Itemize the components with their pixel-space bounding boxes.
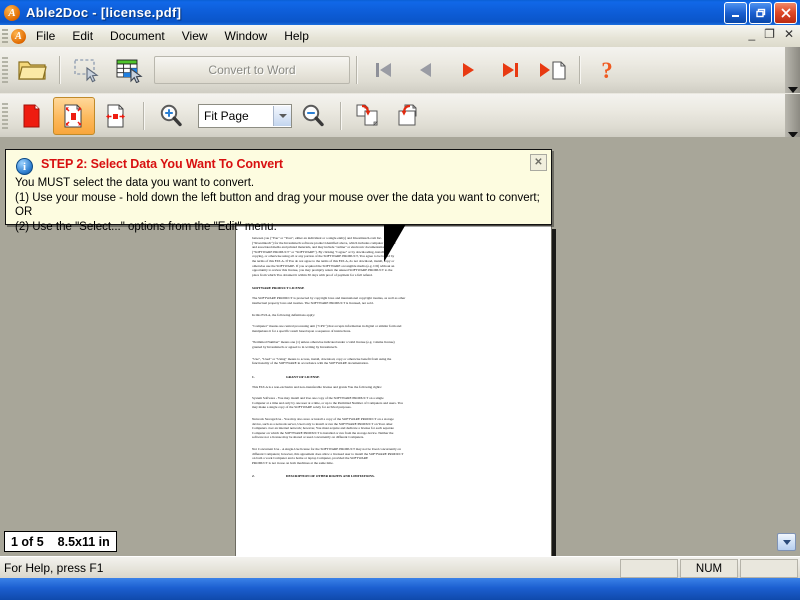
status-panes: NUM — [620, 559, 798, 578]
fit-page-icon[interactable] — [53, 97, 95, 135]
zoom-out-icon[interactable] — [292, 97, 334, 135]
close-icon[interactable] — [774, 2, 797, 24]
rotate-counterclockwise-icon[interactable] — [389, 97, 431, 135]
step-info-line-1: You MUST select the data you want to con… — [15, 177, 255, 189]
mdi-child-controls: _ ❐ ✕ — [748, 28, 794, 40]
able2doc-menu-icon[interactable]: A — [11, 28, 26, 44]
step-info-body: You MUST select the data you want to con… — [15, 176, 541, 234]
menu-item-document[interactable]: Document — [103, 27, 172, 45]
scroll-down-button[interactable] — [777, 533, 796, 551]
pdf-text-line: place from which You obtained it within … — [252, 272, 373, 277]
able2doc-logo-icon: A — [4, 4, 20, 21]
toolbar-overflow-icon[interactable] — [785, 94, 800, 141]
pdf-section-number: 2. — [252, 474, 255, 479]
pdf-section-heading: 2. DESCRIPTION OF OTHER RIGHTS AND LIMITA… — [252, 474, 375, 479]
step-info-panel: i STEP 2: Select Data You Want To Conver… — [5, 149, 552, 233]
close-icon[interactable]: ✕ — [530, 154, 547, 171]
pdf-text-line: PRODUCT is not in use on both machines a… — [252, 460, 334, 465]
pdf-paragraph: Not Concurrent Use - A single-Use licens… — [252, 447, 535, 465]
zoom-level-value: Fit Page — [204, 109, 249, 123]
last-page-icon[interactable] — [489, 51, 531, 89]
toolbar-separator — [340, 102, 341, 130]
open-file-icon[interactable] — [11, 51, 53, 89]
mdi-minimize-icon[interactable]: _ — [748, 28, 755, 40]
page-indicator: 1 of 5 8.5x11 in — [4, 531, 117, 552]
info-icon: i — [16, 158, 33, 175]
toolbar-separator — [143, 102, 144, 130]
first-page-icon[interactable] — [363, 51, 405, 89]
pdf-paragraph: In this EULA, the following definitions … — [252, 313, 535, 318]
pdf-text-line: In this EULA, the following definitions … — [252, 312, 316, 317]
page-number-label: 1 of 5 — [11, 534, 44, 549]
pdf-paragraph: The SOFTWARE PRODUCT is protected by cop… — [252, 296, 535, 305]
status-pane-num: NUM — [680, 559, 738, 578]
pdf-text-line: intellectual property laws and treaties.… — [252, 300, 374, 305]
svg-text:?: ? — [601, 58, 613, 83]
menu-bar: A File Edit Document View Window Help _ … — [0, 25, 800, 47]
select-table-icon[interactable] — [108, 51, 150, 89]
select-area-icon[interactable] — [66, 51, 108, 89]
mdi-restore-icon[interactable]: ❐ — [764, 28, 775, 40]
mdi-close-icon[interactable]: ✕ — [784, 28, 794, 40]
zoom-level-combo[interactable]: Fit Page — [198, 104, 292, 128]
status-hint: For Help, press F1 — [4, 561, 104, 575]
pdf-text-line: may make a single copy of the SOFTWARE s… — [252, 405, 352, 410]
pdf-paragraph: "Permitted Number" means one (1) unless … — [252, 340, 535, 349]
pdf-page[interactable]: between you ("You" or "Your", either an … — [235, 224, 552, 556]
pdf-paragraph: System Software - You may install and Us… — [252, 396, 535, 410]
toolbar-grip-handle[interactable] — [2, 57, 8, 83]
help-question-icon[interactable]: ? — [586, 51, 628, 89]
next-page-icon[interactable] — [447, 51, 489, 89]
goto-page-icon[interactable] — [531, 51, 573, 89]
pdf-text-line: This EULA is a non-exclusive and non-tra… — [252, 384, 382, 389]
pdf-text-line: manipulates it for a specific result bas… — [252, 328, 352, 333]
pdf-paragraph: Network Storage/Use - You may also store… — [252, 417, 535, 440]
rotate-clockwise-icon[interactable] — [347, 97, 389, 135]
menu-item-view[interactable]: View — [175, 27, 215, 45]
main-toolbar: Convert to Word ? — [0, 47, 800, 96]
pdf-paragraph: "Computer" means one central processing … — [252, 324, 535, 333]
pdf-paragraph: This EULA is a non-exclusive and non-tra… — [252, 385, 535, 390]
toolbar-separator — [579, 56, 580, 84]
window-title: Able2Doc - [license.pdf] — [26, 5, 182, 20]
pdf-paragraph: "Use", "Used" or "Using" means to access… — [252, 357, 535, 366]
status-pane-3 — [740, 559, 798, 578]
pdf-heading: SOFTWARE PRODUCT LICENSE — [252, 286, 305, 291]
title-bar: A Able2Doc - [license.pdf] — [0, 0, 800, 25]
restore-icon[interactable] — [749, 2, 772, 24]
fit-width-icon[interactable] — [95, 97, 137, 135]
previous-page-icon[interactable] — [405, 51, 447, 89]
zoom-in-icon[interactable] — [150, 97, 192, 135]
pdf-section-heading: 1. GRANT OF LICENSE — [252, 374, 320, 379]
toolbar-grip-handle[interactable] — [2, 103, 8, 129]
taskbar-strip — [0, 578, 800, 600]
convert-to-word-button[interactable]: Convert to Word — [154, 56, 350, 84]
toolbar-separator — [356, 56, 357, 84]
menu-grip-handle[interactable] — [2, 29, 8, 43]
pdf-text-line: functionality of the SOFTWARE in accorda… — [252, 361, 369, 366]
pdf-text-line: granted by Investintech or agreed to in … — [252, 344, 338, 349]
menu-item-help[interactable]: Help — [277, 27, 316, 45]
chevron-down-icon[interactable] — [273, 106, 291, 126]
minimize-icon[interactable] — [724, 2, 747, 24]
pdf-page-text: between you ("You" or "Your", either an … — [236, 226, 551, 478]
menu-item-window[interactable]: Window — [218, 27, 275, 45]
step-info-line-3: (2) Use the "Select..." options from the… — [15, 220, 277, 233]
window-controls — [724, 2, 797, 24]
toolbar-separator — [59, 56, 60, 84]
menu-item-edit[interactable]: Edit — [65, 27, 100, 45]
pdf-section-number: 1. — [252, 374, 255, 379]
page-size-label: 8.5x11 in — [57, 534, 110, 549]
status-pane-1 — [620, 559, 678, 578]
step-info-title: STEP 2: Select Data You Want To Convert — [41, 157, 283, 171]
toolbar-overflow-icon[interactable] — [785, 47, 800, 96]
pdf-text-line: software nor a license may be shared or … — [252, 435, 365, 440]
view-toolbar: Fit Page — [0, 93, 800, 141]
status-bar: For Help, press F1 NUM — [0, 556, 800, 579]
menu-item-file[interactable]: File — [29, 27, 62, 45]
application-window: A Able2Doc - [license.pdf] A File Edit D… — [0, 0, 800, 600]
step-info-line-2: (1) Use your mouse - hold down the left … — [15, 191, 540, 219]
actual-size-icon[interactable] — [11, 97, 53, 135]
